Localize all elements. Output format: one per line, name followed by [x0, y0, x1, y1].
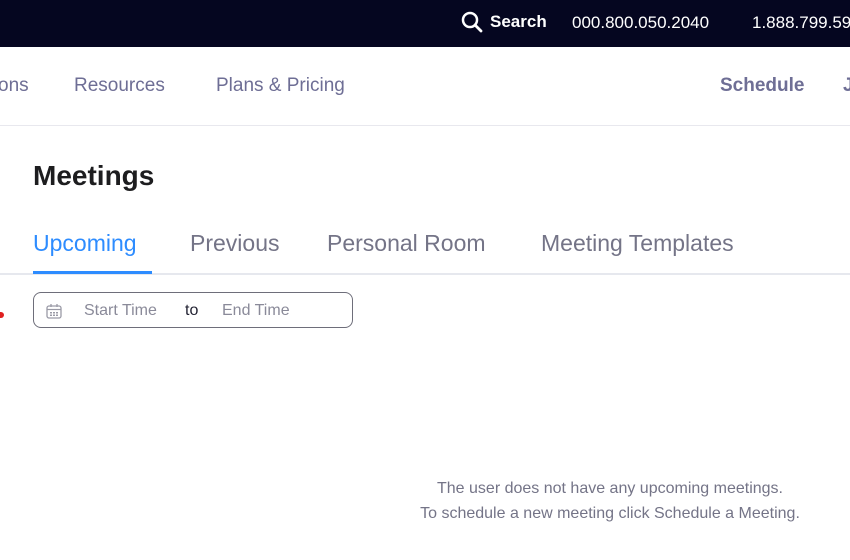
start-time-input[interactable]: Start Time	[84, 302, 157, 320]
nav-item-resources[interactable]: Resources	[74, 75, 165, 97]
active-tab-indicator	[33, 271, 152, 274]
date-range-picker[interactable]: Start Time to End Time	[33, 292, 353, 328]
red-marker	[0, 312, 4, 318]
tab-previous[interactable]: Previous	[190, 230, 279, 257]
search-label: Search	[490, 12, 547, 31]
tab-meeting-templates[interactable]: Meeting Templates	[541, 230, 734, 257]
end-time-input[interactable]: End Time	[222, 302, 290, 320]
calendar-icon	[46, 304, 62, 319]
join-link[interactable]: J	[843, 75, 850, 97]
empty-state-line-2: To schedule a new meeting click Schedule…	[420, 505, 800, 522]
schedule-link[interactable]: Schedule	[720, 75, 804, 97]
meetings-tabs: Upcoming Previous Personal Room Meeting …	[0, 225, 850, 275]
range-separator: to	[185, 302, 199, 319]
tab-personal-room[interactable]: Personal Room	[327, 230, 486, 257]
empty-state-line-1: The user does not have any upcoming meet…	[437, 480, 783, 497]
phone-number-link-2[interactable]: 1.888.799.59	[752, 13, 850, 33]
search-button[interactable]: Search	[460, 10, 547, 34]
page-title: Meetings	[33, 160, 155, 191]
tab-upcoming[interactable]: Upcoming	[33, 230, 137, 257]
empty-state: The user does not have any upcoming meet…	[370, 476, 850, 526]
phone-number-link[interactable]: 000.800.050.2040	[572, 13, 709, 33]
main-nav: ons Resources Plans & Pricing Schedule J	[0, 47, 850, 126]
search-icon	[461, 11, 483, 33]
nav-item-solutions[interactable]: ons	[0, 75, 29, 97]
nav-item-plans-pricing[interactable]: Plans & Pricing	[216, 75, 345, 97]
top-bar: Search 000.800.050.2040 1.888.799.59	[0, 0, 850, 47]
